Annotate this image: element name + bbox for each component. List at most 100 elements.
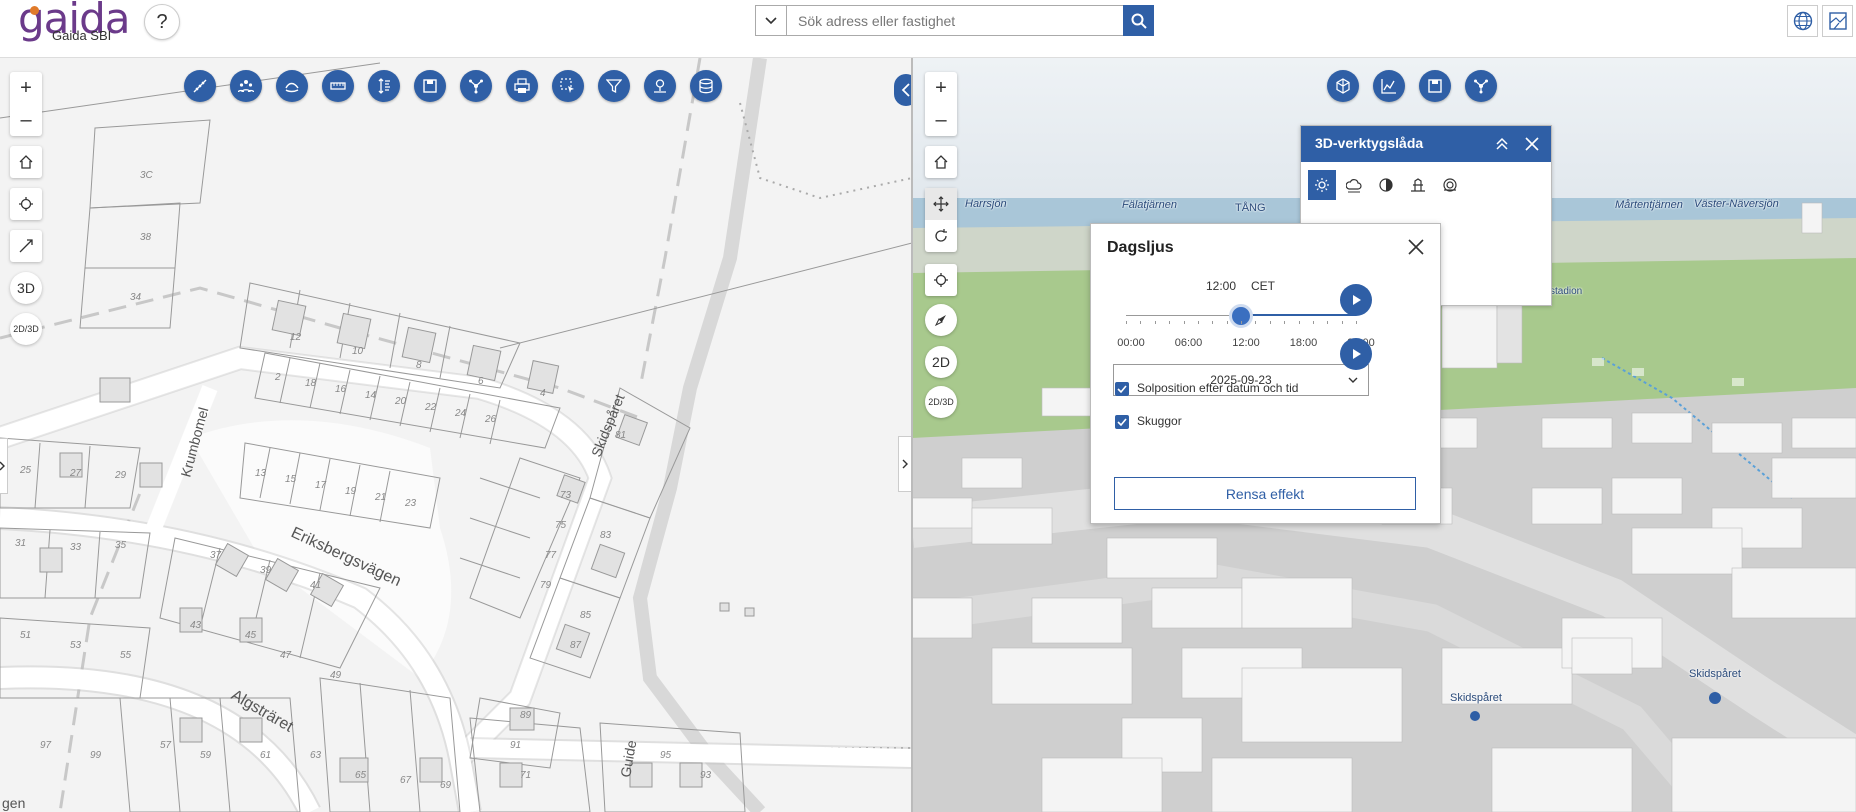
parcel-number: 37 (210, 550, 222, 561)
sun-position-checkbox[interactable] (1115, 382, 1129, 396)
parcel-number: 69 (440, 780, 452, 791)
locate-3d-button[interactable] (925, 264, 957, 296)
home-button[interactable] (10, 146, 42, 178)
home-icon (19, 155, 33, 169)
search-scope-dropdown[interactable] (756, 6, 787, 35)
parcel-number: 34 (130, 292, 142, 303)
right-panel-toggle[interactable] (898, 436, 912, 492)
share-tool-button[interactable] (460, 70, 492, 102)
help-button[interactable]: ? (144, 4, 180, 40)
daylight-tool-button[interactable] (1308, 170, 1336, 200)
slider-tick (1269, 321, 1271, 324)
measure-line-button[interactable] (10, 230, 42, 262)
slider-tick (1197, 321, 1199, 324)
zoom-in-3d-button[interactable]: + (925, 72, 957, 104)
elevation-profile-button[interactable] (1373, 70, 1405, 102)
logo-dot (30, 6, 39, 15)
logo-subtitle: Gaida SBI (52, 28, 112, 43)
parcel-number: 43 (190, 620, 202, 631)
switch-2d-button[interactable]: 2D (925, 346, 957, 378)
parcel-number: 65 (355, 770, 367, 781)
parcel-number: 12 (290, 332, 302, 343)
slider-tick (1226, 321, 1228, 324)
parcel-number: 14 (365, 390, 377, 401)
save-3d-button[interactable] (1419, 70, 1451, 102)
database-tool-button[interactable] (690, 70, 722, 102)
parcel-number: 63 (310, 750, 322, 761)
location-tool-button[interactable] (644, 70, 676, 102)
measure-tool-button[interactable] (184, 70, 216, 102)
switch-2d3d-button[interactable]: 2D/3D (10, 313, 42, 345)
parcel-number: 89 (520, 710, 532, 721)
map-2d[interactable]: Krumbomel Eriksbergsvägen Algsträret Ski… (0, 58, 912, 812)
save-icon (1428, 79, 1442, 93)
search-bar (755, 5, 1154, 36)
parcel-number: 18 (305, 378, 317, 389)
collapse-panel-button[interactable] (1495, 137, 1509, 154)
home-3d-button[interactable] (925, 146, 957, 178)
shadows-checkbox[interactable] (1115, 415, 1129, 429)
3d-toolbox-title: 3D-verktygslåda (1315, 135, 1424, 151)
zoom-in-button[interactable]: + (10, 72, 42, 104)
play-date-button[interactable] (1340, 338, 1372, 370)
parcel-number: 4 (540, 388, 546, 399)
parcel-number: 57 (160, 740, 172, 751)
parcel-number: 20 (394, 396, 407, 407)
collapse-toolbar-button[interactable] (894, 74, 912, 106)
parcel-number: 77 (545, 550, 557, 561)
height-tool-button[interactable] (368, 70, 400, 102)
weather-tool-button[interactable] (1340, 170, 1368, 200)
slider-tick (1140, 321, 1142, 324)
play-icon (1353, 349, 1361, 359)
slider-tick (1356, 321, 1357, 324)
zoom-out-button[interactable]: – (10, 104, 42, 136)
zoom-out-3d-button[interactable]: – (925, 104, 957, 136)
elevation-tool-button[interactable] (1404, 170, 1432, 200)
locate-button[interactable] (10, 188, 42, 220)
print-tool-button[interactable] (506, 70, 538, 102)
globe-button[interactable] (1787, 5, 1818, 37)
switch-2d3d-3d-button[interactable]: 2D/3D (925, 386, 957, 418)
close-panel-button[interactable] (1525, 137, 1539, 154)
compass-button[interactable] (925, 304, 957, 336)
parcel-number: 38 (140, 232, 152, 243)
left-panel-toggle[interactable] (0, 438, 8, 494)
rotate-mode-button[interactable] (925, 220, 957, 252)
chevron-right-icon (0, 461, 5, 471)
close-daylight-button[interactable] (1407, 238, 1427, 258)
viewshed-icon (1443, 178, 1457, 192)
neighbors-tool-button[interactable] (230, 70, 262, 102)
double-chevron-up-icon (1496, 137, 1508, 150)
move-icon (933, 196, 949, 212)
chart-icon (1381, 79, 1396, 94)
select-tool-button[interactable] (552, 70, 584, 102)
search-input[interactable] (788, 6, 1115, 35)
parcel-number: 35 (115, 540, 127, 551)
parcel-number: 15 (285, 474, 297, 485)
check-icon (1117, 418, 1127, 427)
share-3d-button[interactable] (1465, 70, 1497, 102)
distance-tool-button[interactable] (322, 70, 354, 102)
viewshed-tool-button[interactable] (1436, 170, 1464, 200)
play-time-button[interactable] (1340, 284, 1372, 316)
time-slider-thumb[interactable] (1229, 304, 1253, 328)
draw-tool-button[interactable] (276, 70, 308, 102)
3d-toolbox-button[interactable] (1327, 70, 1359, 102)
filter-tool-button[interactable] (598, 70, 630, 102)
parcel-number: 73 (560, 490, 572, 501)
clear-effect-button[interactable]: Rensa effekt (1114, 477, 1416, 510)
people-icon (238, 80, 254, 93)
switch-3d-button[interactable]: 3D (10, 272, 42, 304)
parcel-number: 24 (454, 408, 467, 419)
gaida-logo[interactable]: gaida Gaida SBI (18, 0, 130, 50)
shadow-tool-button[interactable] (1372, 170, 1400, 200)
pan-mode-button[interactable] (925, 188, 957, 220)
save-tool-button[interactable] (414, 70, 446, 102)
home-icon (934, 155, 948, 169)
parcel-number: 59 (200, 750, 212, 761)
map-layers-button[interactable] (1822, 5, 1853, 37)
search-button[interactable] (1123, 5, 1154, 36)
split-divider[interactable] (911, 58, 913, 812)
parcel-number: 13 (255, 468, 267, 479)
parcel-number: 75 (555, 520, 567, 531)
